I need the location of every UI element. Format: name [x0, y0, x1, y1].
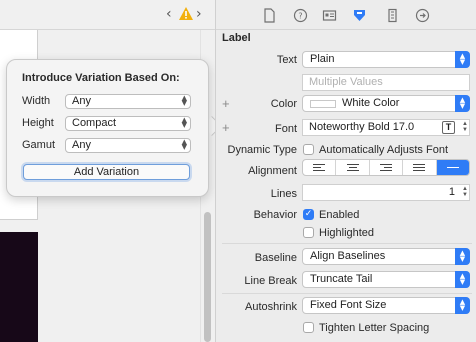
width-label: Width [22, 95, 51, 107]
updown-chevron-icon: ▲ ▼ [455, 95, 470, 112]
align-right-icon [380, 164, 393, 173]
updown-chevron-icon: ▲ ▼ [181, 116, 187, 129]
highlighted-checkbox[interactable] [303, 227, 314, 238]
scrollbar-thumb[interactable] [204, 212, 211, 342]
align-justified-button[interactable] [403, 160, 437, 175]
connections-icon[interactable] [415, 8, 430, 23]
gamut-label: Gamut [22, 139, 56, 151]
font-label: Font [274, 123, 297, 135]
highlighted-label: Highlighted [319, 227, 375, 239]
autoshrink-label: Autoshrink [245, 301, 297, 313]
lines-stepper[interactable]: ▲ ▼ [462, 186, 468, 198]
dark-scene-view[interactable] [0, 232, 38, 342]
section-title-label: Label [222, 32, 251, 44]
color-value: White Color [342, 97, 400, 109]
text-type-select[interactable]: Plain ▲ ▼ [302, 51, 470, 68]
identity-icon[interactable] [322, 8, 337, 23]
align-natural-button[interactable] [436, 160, 469, 175]
height-select-value: Compact [72, 117, 117, 129]
tighten-spacing-checkbox[interactable] [303, 322, 314, 333]
align-right-button[interactable] [370, 160, 404, 175]
gamut-select-value: Any [72, 139, 91, 151]
baseline-value: Align Baselines [310, 250, 386, 262]
size-icon[interactable] [385, 8, 400, 23]
height-label: Height [22, 117, 54, 129]
width-select[interactable]: Any ▲ ▼ [65, 94, 191, 109]
font-field[interactable]: Noteworthy Bold 17.0 T ▲ ▼ [302, 119, 470, 136]
color-label: Color [270, 98, 297, 110]
height-select[interactable]: Compact ▲ ▼ [65, 116, 191, 131]
attributes-icon[interactable] [352, 8, 367, 23]
divider [222, 243, 472, 244]
enabled-label: Enabled [319, 209, 360, 221]
adjusts-font-label: Automatically Adjusts Font [319, 144, 449, 156]
behavior-label: Behavior [253, 209, 297, 221]
baseline-label: Baseline [254, 252, 297, 264]
lines-value: 1 [448, 186, 455, 198]
chevron-right-icon[interactable]: › [196, 6, 202, 22]
lines-label: Lines [270, 188, 297, 200]
divider [222, 293, 472, 294]
text-content-field[interactable]: Multiple Values [302, 74, 470, 91]
line-break-label: Line Break [244, 275, 297, 287]
line-break-select[interactable]: Truncate Tail ▲ ▼ [302, 271, 470, 288]
tighten-spacing-label: Tighten Letter Spacing [319, 322, 430, 334]
lines-field[interactable]: 1 ▲ ▼ [302, 184, 470, 201]
enabled-checkbox[interactable]: ✓ [303, 209, 314, 220]
align-left-icon [313, 164, 326, 173]
updown-chevron-icon: ▲ ▼ [455, 51, 470, 68]
font-picker-icon[interactable]: T [442, 121, 455, 134]
line-break-value: Truncate Tail [310, 273, 373, 285]
align-justified-icon [413, 164, 426, 173]
text-label: Text [276, 54, 297, 66]
jump-bar: ‹ › [0, 0, 215, 30]
align-center-icon [346, 164, 359, 173]
popover-title: Introduce Variation Based On: [22, 72, 180, 84]
width-select-value: Any [72, 95, 91, 107]
align-natural-icon [446, 167, 459, 170]
svg-text:?: ? [298, 12, 302, 21]
alignment-label: Alignment [248, 165, 297, 177]
alignment-segmented-control [302, 159, 470, 176]
autoshrink-select[interactable]: Fixed Font Size ▲ ▼ [302, 297, 470, 314]
updown-chevron-icon: ▲ ▼ [455, 297, 470, 314]
color-select[interactable]: White Color ▲ ▼ [302, 95, 470, 112]
baseline-select[interactable]: Align Baselines ▲ ▼ [302, 248, 470, 265]
attributes-inspector: ? Label Text Plain ▲ ▼ Multiple Values +… [215, 0, 476, 342]
autoshrink-value: Fixed Font Size [310, 299, 387, 311]
chevron-left-icon[interactable]: ‹ [166, 6, 172, 22]
font-value: Noteworthy Bold 17.0 [309, 121, 415, 133]
font-size-stepper[interactable]: ▲ ▼ [462, 121, 468, 133]
variation-popover: Introduce Variation Based On: Width Any … [6, 59, 209, 197]
text-type-value: Plain [310, 53, 335, 65]
warning-icon[interactable] [178, 6, 194, 21]
help-icon[interactable]: ? [293, 8, 308, 23]
add-variation-button[interactable]: Add Variation [23, 164, 190, 180]
updown-chevron-icon: ▲ ▼ [181, 94, 187, 107]
updown-chevron-icon: ▲ ▼ [455, 248, 470, 265]
dynamic-type-label: Dynamic Type [227, 144, 298, 156]
gamut-select[interactable]: Any ▲ ▼ [65, 138, 191, 153]
adjusts-font-checkbox[interactable] [303, 144, 314, 155]
color-swatch [310, 100, 336, 108]
updown-chevron-icon: ▲ ▼ [181, 138, 187, 151]
updown-chevron-icon: ▲ ▼ [455, 271, 470, 288]
align-center-button[interactable] [336, 160, 370, 175]
align-left-button[interactable] [303, 160, 337, 175]
file-icon[interactable] [262, 8, 277, 23]
inspector-toolbar: ? [216, 0, 476, 30]
